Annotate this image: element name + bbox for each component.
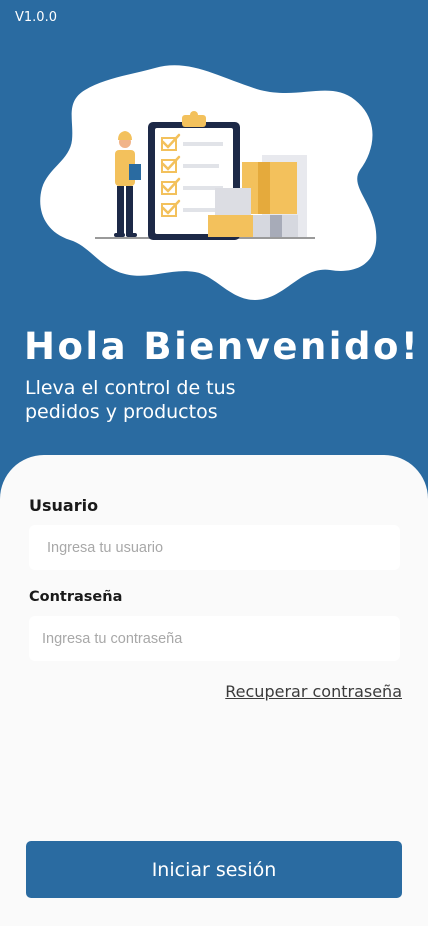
username-input[interactable] xyxy=(29,525,400,570)
app-version: V1.0.0 xyxy=(15,10,57,25)
username-label: Usuario xyxy=(29,496,99,515)
warehouse-checklist-illustration xyxy=(40,65,377,300)
welcome-title: Hola Bienvenido! xyxy=(24,325,421,368)
login-screen: V1.0.0 Hola Bienvenido! Lleva el control… xyxy=(0,0,428,926)
recover-password-link[interactable]: Recuperar contraseña xyxy=(225,682,402,701)
login-card: Usuario Contraseña Recuperar contraseña … xyxy=(0,455,428,926)
welcome-subtitle: Lleva el control de tus pedidos y produc… xyxy=(25,377,236,423)
password-input[interactable] xyxy=(29,616,400,661)
login-button[interactable]: Iniciar sesión xyxy=(26,841,402,898)
password-label: Contraseña xyxy=(29,589,123,605)
